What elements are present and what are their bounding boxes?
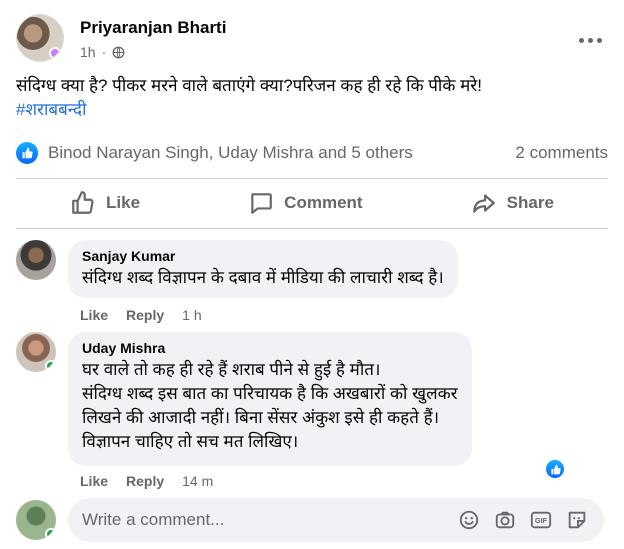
globe-icon [112, 46, 125, 58]
thumbs-up-icon [72, 191, 94, 214]
author-name[interactable]: Priyaranjan Bharti [80, 18, 226, 38]
author-avatar[interactable] [16, 14, 64, 62]
share-arrow-icon [472, 194, 495, 213]
reactions-summary[interactable]: Binod Narayan Singh, Uday Mishra and 5 o… [16, 142, 413, 164]
commenter-name[interactable]: Uday Mishra [82, 340, 458, 356]
online-status-dot [45, 360, 56, 372]
sticker-icon[interactable] [566, 509, 588, 531]
comment-bubble: Uday Mishra घर वाले तो कह ही रहे हैं शरा… [68, 332, 472, 466]
emoji-icon[interactable] [458, 509, 480, 531]
commenter-avatar[interactable] [16, 240, 56, 280]
post-time[interactable]: 1h [80, 44, 96, 60]
comment-bubble: Sanjay Kumar संदिग्ध शब्द विज्ञापन के दब… [68, 240, 458, 298]
comment-text: संदिग्ध शब्द विज्ञापन के दबाव में मीडिया… [82, 266, 444, 290]
comment-actions: Like Reply 14 m [80, 473, 213, 489]
gif-icon[interactable]: GIF [530, 509, 552, 531]
comment-reply-button[interactable]: Reply [126, 473, 164, 489]
comment-line: लिखने की आजादी नहीं। बिना सेंसर अंकुश इस… [82, 408, 440, 427]
comment-composer: Write a comment... GIF [16, 498, 608, 542]
divider-top [16, 178, 608, 179]
comment-like-button[interactable]: Like [80, 307, 108, 323]
comment-time[interactable]: 1 h [182, 307, 201, 323]
reactions-bar: Binod Narayan Singh, Uday Mishra and 5 o… [16, 138, 608, 168]
camera-icon[interactable] [494, 509, 516, 531]
post-text: संदिग्ध क्या है? पीकर मरने वाले बताएंगे … [16, 74, 608, 122]
comment-label: Comment [284, 193, 363, 212]
post-meta: 1h · [80, 44, 125, 60]
hashtag-link[interactable]: #शराबबन्दी [16, 98, 608, 122]
comment-button[interactable]: Comment [234, 184, 376, 222]
comment-reply-button[interactable]: Reply [126, 307, 164, 323]
speech-bubble-icon [251, 193, 273, 214]
like-reaction-icon [16, 142, 38, 164]
comment-line: संदिग्ध शब्द इस बात का परिचायक है कि अखब… [82, 384, 458, 403]
comments-count[interactable]: 2 comments [515, 143, 608, 163]
reactors-names: Binod Narayan Singh, Uday Mishra and 5 o… [48, 143, 413, 162]
comment-like-button[interactable]: Like [80, 473, 108, 489]
like-button[interactable]: Like [56, 184, 154, 222]
like-label: Like [106, 193, 141, 212]
meta-separator: · [101, 44, 107, 60]
current-user-avatar[interactable] [16, 500, 56, 540]
commenter-name[interactable]: Sanjay Kumar [82, 248, 444, 264]
post-actions: Like Comment Share [16, 181, 608, 225]
post-header: Priyaranjan Bharti 1h · [16, 14, 608, 66]
more-options-icon[interactable] [572, 28, 608, 52]
composer-icons: GIF [458, 509, 588, 531]
story-badge [49, 47, 61, 59]
share-button[interactable]: Share [457, 184, 568, 222]
comment-time[interactable]: 14 m [182, 473, 213, 489]
comment-text: घर वाले तो कह ही रहे हैं शराब पीने से हु… [82, 358, 458, 454]
svg-text:GIF: GIF [535, 516, 548, 525]
commenter-avatar[interactable] [16, 332, 56, 372]
divider-bottom [16, 228, 608, 229]
comment-line: घर वाले तो कह ही रहे हैं शराब पीने से हु… [82, 360, 381, 379]
online-status-dot [45, 528, 56, 540]
share-label: Share [506, 193, 554, 212]
comment-line: विज्ञापन चाहिए तो सच मत लिखिए। [82, 432, 299, 451]
comment-actions: Like Reply 1 h [80, 307, 202, 323]
comment-like-reaction-icon[interactable] [544, 458, 566, 480]
post-body: संदिग्ध क्या है? पीकर मरने वाले बताएंगे … [16, 76, 482, 95]
comment-line: संदिग्ध शब्द विज्ञापन के दबाव में मीडिया… [82, 268, 444, 287]
